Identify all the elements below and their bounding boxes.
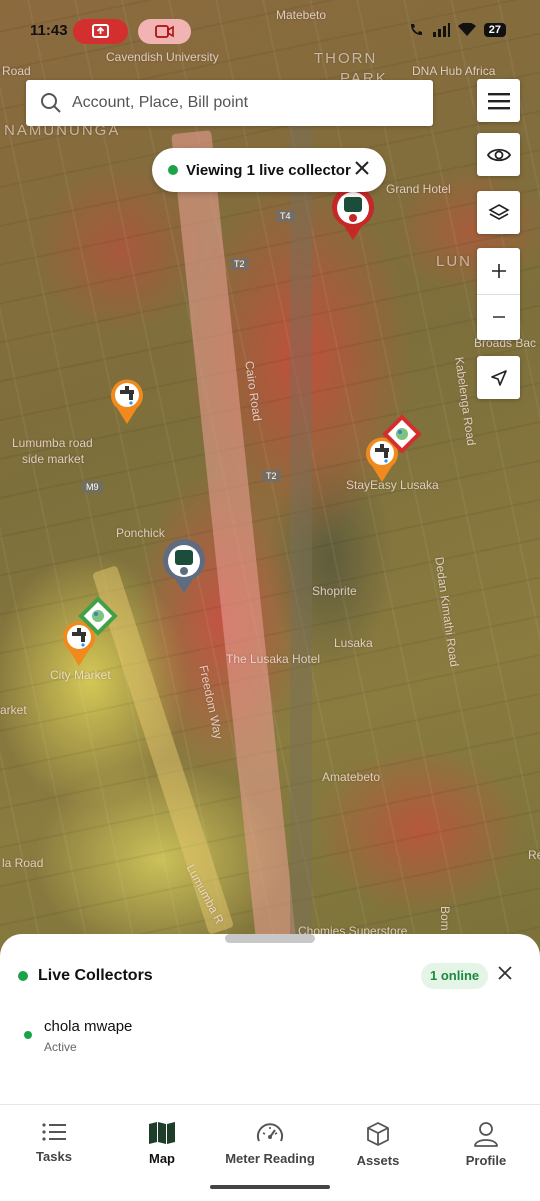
close-icon xyxy=(498,966,512,980)
profile-icon xyxy=(474,1122,498,1147)
search-bar[interactable] xyxy=(26,80,433,126)
map-icon xyxy=(149,1122,175,1144)
bill-point-marker[interactable] xyxy=(380,412,424,461)
bill-point-icon xyxy=(78,596,118,636)
road-shield: T4 xyxy=(276,210,295,222)
menu-icon xyxy=(487,92,510,109)
close-chip-button[interactable] xyxy=(354,160,370,181)
sheet-drag-handle[interactable] xyxy=(225,934,315,943)
status-bar: 11:43 27 xyxy=(0,0,540,64)
viewing-chip-label: Viewing 1 live collector xyxy=(186,161,351,179)
map-label: Lusaka xyxy=(334,636,373,650)
map-label: Freedom Way xyxy=(196,664,226,741)
nav-label: Tasks xyxy=(36,1149,72,1164)
online-count-badge: 1 online xyxy=(421,963,489,989)
nav-tab-meter-reading[interactable]: Meter Reading xyxy=(216,1121,324,1166)
map-label: Re xyxy=(528,848,540,862)
map-label: LUN xyxy=(436,253,473,270)
nav-label: Profile xyxy=(465,1153,507,1168)
road-shield: T2 xyxy=(230,258,249,270)
nav-label: Assets xyxy=(356,1153,400,1168)
collector-status-dot xyxy=(24,1031,32,1039)
collector-status: Active xyxy=(44,1040,77,1054)
wifi-call-icon xyxy=(410,24,422,35)
road-shield: M9 xyxy=(82,481,103,493)
rail-line xyxy=(290,120,312,940)
live-status-dot xyxy=(18,971,28,981)
zoom-in-icon xyxy=(491,264,506,278)
map-label: side market xyxy=(22,452,85,466)
map-label: Lumumba road xyxy=(12,436,93,450)
video-call-icon[interactable] xyxy=(138,19,191,44)
zoom-in-button[interactable] xyxy=(477,249,520,295)
map-label: Road xyxy=(2,64,31,78)
nav-label: Map xyxy=(149,1151,175,1166)
close-icon xyxy=(355,161,369,175)
collector-pin-icon xyxy=(163,539,205,593)
eye-icon xyxy=(486,148,511,161)
visibility-button[interactable] xyxy=(477,133,520,176)
tasks-list-icon xyxy=(42,1123,66,1141)
nav-tab-tasks[interactable]: Tasks xyxy=(0,1121,108,1164)
water-tap-icon xyxy=(111,379,143,424)
menu-button[interactable] xyxy=(477,79,520,122)
search-input[interactable] xyxy=(70,93,414,113)
bill-point-marker[interactable] xyxy=(76,594,120,643)
map-label: Shoprite xyxy=(312,584,357,598)
nav-tab-map[interactable]: Map xyxy=(108,1121,216,1166)
map-label: DNA Hub Africa xyxy=(412,64,496,78)
layers-button[interactable] xyxy=(477,191,520,234)
gauge-icon xyxy=(257,1123,283,1142)
water-point-marker[interactable] xyxy=(110,378,144,431)
map-label: Dedan Kimathi Road xyxy=(432,556,462,668)
close-sheet-button[interactable] xyxy=(498,966,512,985)
zoom-out-button[interactable] xyxy=(477,295,520,340)
sheet-title: Live Collectors xyxy=(38,967,153,984)
locate-icon xyxy=(490,369,507,386)
nav-tab-assets[interactable]: Assets xyxy=(324,1121,432,1168)
battery-icon: 27 xyxy=(483,23,506,37)
live-status-dot xyxy=(168,165,178,175)
live-collector-marker[interactable] xyxy=(330,184,376,247)
map-label: Cairo Road xyxy=(242,360,265,423)
collector-name: chola mwape xyxy=(44,1018,133,1035)
map-label: The Lusaka Hotel xyxy=(226,652,321,666)
collector-marker[interactable] xyxy=(161,537,207,600)
layers-icon xyxy=(487,203,510,220)
viewing-collector-chip[interactable]: Viewing 1 live collector xyxy=(152,148,386,192)
wifi-icon xyxy=(457,23,476,36)
bill-point-icon xyxy=(382,414,422,454)
map-label: arket xyxy=(0,703,27,717)
nav-tab-profile[interactable]: Profile xyxy=(432,1121,540,1168)
zoom-controls xyxy=(477,248,520,340)
signal-icon xyxy=(432,23,450,37)
road-shield: T2 xyxy=(262,470,281,482)
box-icon xyxy=(367,1122,389,1146)
map-label: Ponchick xyxy=(116,526,165,540)
status-time: 11:43 xyxy=(30,22,68,39)
home-indicator xyxy=(210,1185,330,1189)
map-label: Bom xyxy=(438,906,452,931)
map-label: Amatebeto xyxy=(322,770,381,784)
map-label: Kabelenga Road xyxy=(452,356,479,447)
map-label: la Road xyxy=(2,856,44,870)
nav-label: Meter Reading xyxy=(225,1151,315,1166)
collector-pin-icon xyxy=(332,186,374,240)
zoom-out-icon xyxy=(492,316,505,318)
locate-button[interactable] xyxy=(477,356,520,399)
search-icon xyxy=(41,93,61,113)
map-label: Grand Hotel xyxy=(386,182,451,196)
screen-cast-icon[interactable] xyxy=(73,19,128,44)
